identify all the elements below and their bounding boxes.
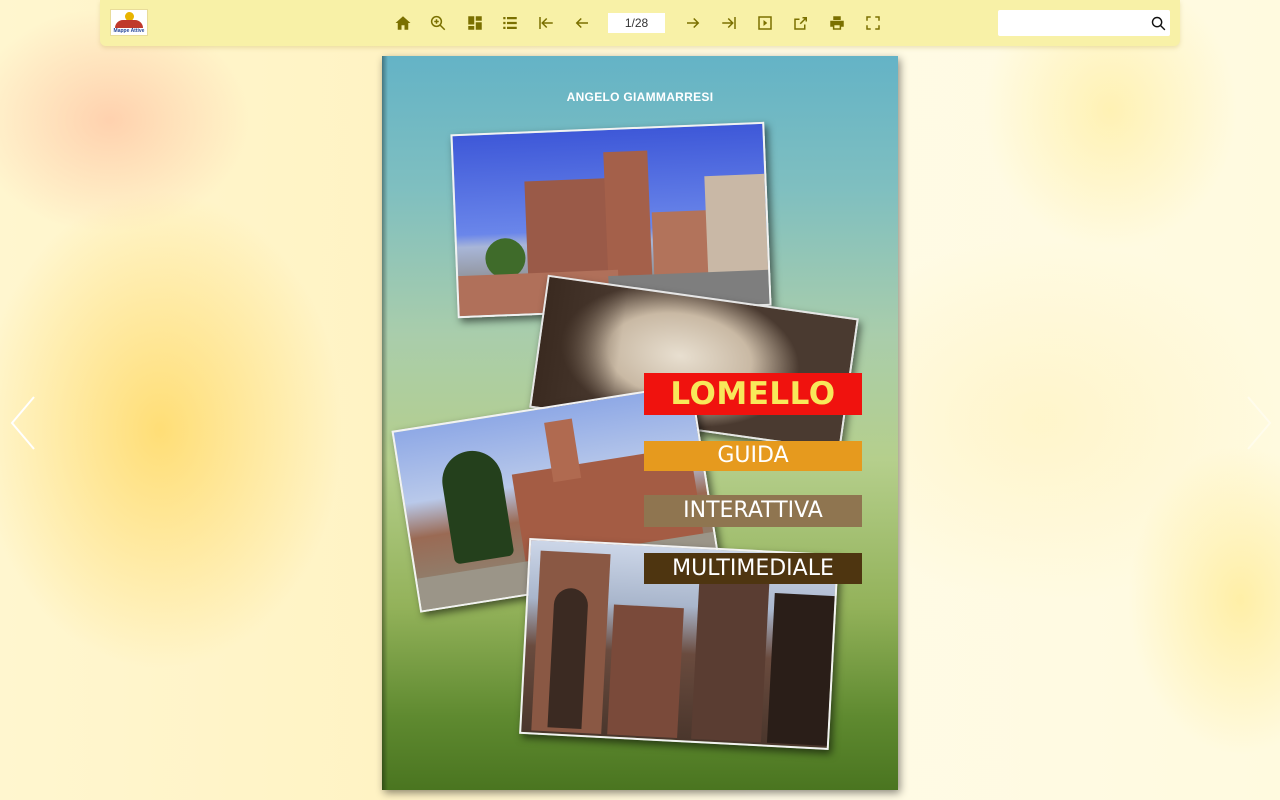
cover-author: ANGELO GIAMMARRESI xyxy=(566,90,714,104)
book-cover-page[interactable]: ANGELO GIAMMARRESI LOMELLO GUIDA INTERAT… xyxy=(382,56,898,790)
logo-arc-icon xyxy=(115,20,143,28)
share-button[interactable] xyxy=(790,12,812,34)
arrow-right-icon xyxy=(687,17,700,29)
previous-page-button[interactable] xyxy=(571,12,593,34)
zoom-button[interactable] xyxy=(427,12,449,34)
play-icon xyxy=(758,16,772,30)
search-input[interactable] xyxy=(998,10,1143,36)
autoplay-button[interactable] xyxy=(754,12,776,34)
next-page-button[interactable] xyxy=(682,12,704,34)
print-icon xyxy=(830,16,844,30)
toolbar: Mappe Attive xyxy=(100,0,1180,46)
last-page-button[interactable] xyxy=(718,12,740,34)
home-icon xyxy=(395,16,411,30)
thumbnails-icon xyxy=(468,16,482,30)
list-icon xyxy=(503,17,517,29)
chevron-right-icon xyxy=(1247,396,1272,450)
cover-line-multimediale: MULTIMEDIALE xyxy=(644,553,862,584)
page-number-input[interactable] xyxy=(608,13,665,33)
table-of-contents-button[interactable] xyxy=(499,12,521,34)
chevron-left-icon xyxy=(10,396,35,450)
share-icon xyxy=(794,17,807,30)
arrow-left-icon xyxy=(575,17,588,29)
thumbnails-button[interactable] xyxy=(464,12,486,34)
last-page-icon xyxy=(722,17,736,29)
fullscreen-icon xyxy=(866,16,880,30)
zoom-in-icon xyxy=(430,15,446,31)
previous-page-arrow[interactable] xyxy=(8,395,38,451)
logo[interactable]: Mappe Attive xyxy=(110,9,148,36)
cover-line-interattiva: INTERATTIVA xyxy=(644,495,862,527)
home-button[interactable] xyxy=(392,12,414,34)
search-icon xyxy=(1151,16,1165,30)
cover-line-guida: GUIDA xyxy=(644,441,862,471)
search-box xyxy=(998,10,1170,36)
search-button[interactable] xyxy=(1148,13,1168,33)
fullscreen-button[interactable] xyxy=(862,12,884,34)
logo-text: Mappe Attive xyxy=(113,28,145,34)
cover-title: LOMELLO xyxy=(644,373,862,415)
first-page-button[interactable] xyxy=(535,12,557,34)
next-page-arrow[interactable] xyxy=(1244,395,1274,451)
first-page-icon xyxy=(539,17,553,29)
print-button[interactable] xyxy=(826,12,848,34)
